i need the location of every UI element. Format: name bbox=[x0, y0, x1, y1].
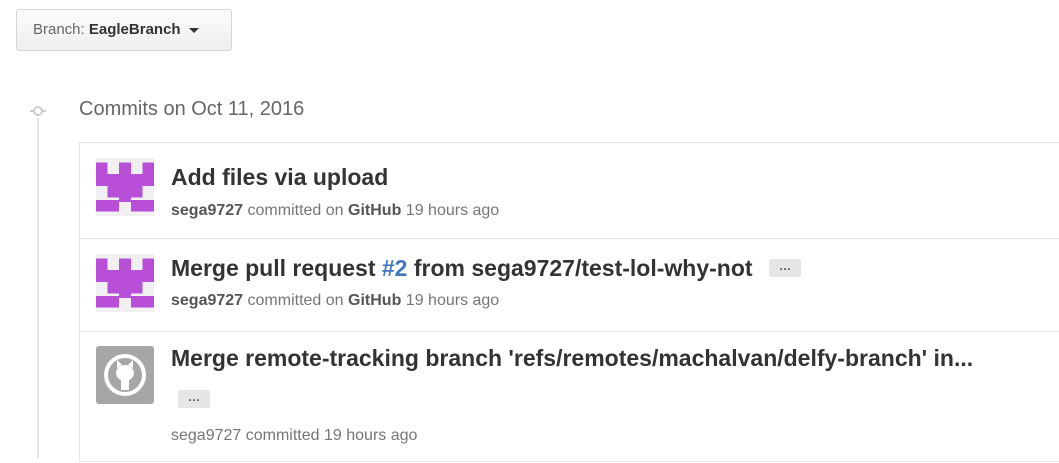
branch-name: EagleBranch bbox=[88, 21, 181, 38]
commit-verb: committed on bbox=[247, 202, 344, 219]
commit-platform: GitHub bbox=[348, 202, 402, 219]
commit-title: Merge pull request #2 from sega9727/test… bbox=[171, 255, 801, 282]
commit-verb: committed on bbox=[247, 292, 344, 309]
commit-time: 19 hours ago bbox=[405, 292, 500, 309]
commit-item: Merge remote-tracking branch 'refs/remot… bbox=[80, 332, 1059, 463]
commit-list: Add files via upload sega9727 committed … bbox=[79, 142, 1059, 462]
pull-request-link[interactable]: #2 bbox=[382, 255, 408, 281]
commit-title-link[interactable]: Add files via upload bbox=[171, 164, 388, 191]
commit-title-link[interactable]: Merge pull request bbox=[171, 255, 375, 281]
branch-label: Branch: bbox=[33, 21, 85, 38]
commit-title-link-tail[interactable]: from sega9727/test-lol-why-not bbox=[414, 255, 753, 281]
ellipsis-row: … bbox=[178, 390, 210, 410]
avatar[interactable] bbox=[96, 346, 154, 404]
commit-author-link[interactable]: sega9727 bbox=[171, 202, 243, 219]
caret-down-icon bbox=[188, 27, 199, 33]
commit-author-link[interactable]: sega9727 bbox=[171, 292, 243, 309]
commit-verb: committed bbox=[245, 427, 320, 444]
commit-time: 19 hours ago bbox=[405, 202, 500, 219]
commit-group-heading: Commits on Oct 11, 2016 bbox=[79, 98, 305, 120]
expand-message-button[interactable]: … bbox=[768, 258, 801, 277]
commit-item: Add files via upload sega9727 committed … bbox=[80, 143, 1059, 239]
commit-item: Merge pull request #2 from sega9727/test… bbox=[80, 239, 1059, 332]
commit-meta: sega9727 committed on GitHub 19 hours ag… bbox=[171, 202, 499, 220]
commit-meta: sega9727 committed on GitHub 19 hours ag… bbox=[171, 292, 499, 310]
branch-select-button[interactable]: Branch: EagleBranch bbox=[16, 9, 232, 51]
timeline-line bbox=[37, 118, 39, 458]
expand-message-button[interactable]: … bbox=[178, 390, 210, 408]
avatar[interactable] bbox=[96, 158, 154, 216]
commit-title-link[interactable]: Merge remote-tracking branch 'refs/remot… bbox=[171, 345, 973, 372]
avatar[interactable] bbox=[96, 254, 154, 312]
commit-platform: GitHub bbox=[348, 292, 402, 309]
commit-meta: sega9727 committed 19 hours ago bbox=[171, 427, 417, 445]
commit-author-link[interactable]: sega9727 bbox=[171, 427, 241, 444]
commit-time: 19 hours ago bbox=[324, 427, 418, 444]
commit-group-icon bbox=[30, 103, 46, 119]
